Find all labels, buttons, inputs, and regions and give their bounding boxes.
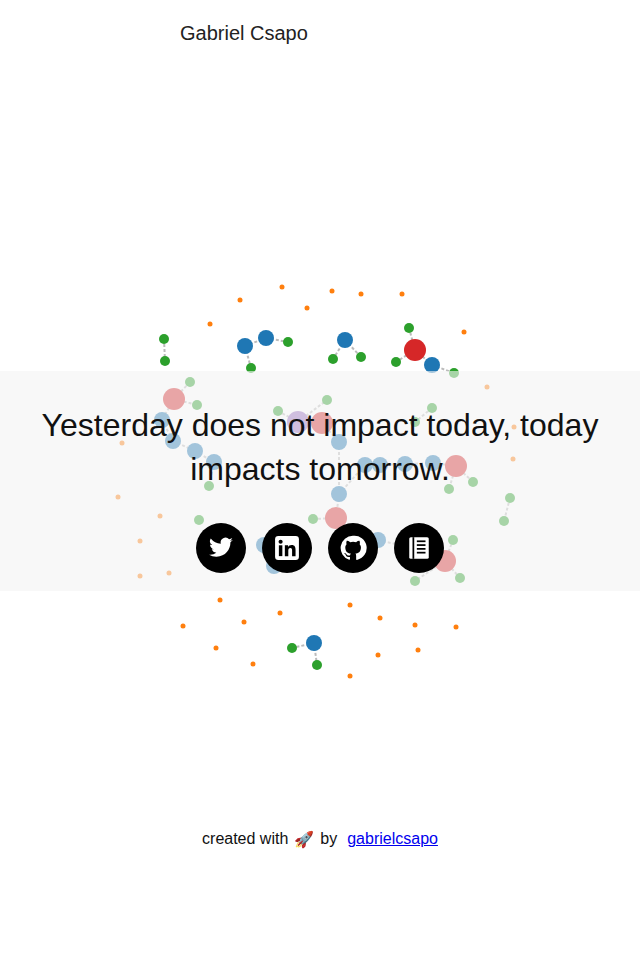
graph-node[interactable] [287,643,297,653]
graph-node[interactable] [305,306,310,311]
graph-node[interactable] [242,620,247,625]
graph-node[interactable] [306,635,322,651]
graph-node[interactable] [391,357,401,367]
author-link[interactable]: gabrielcsapo [347,830,438,848]
book-icon [406,535,432,561]
graph-node[interactable] [348,674,353,679]
twitter-button[interactable] [196,523,246,573]
blog-button[interactable] [394,523,444,573]
graph-node[interactable] [251,662,256,667]
graph-node[interactable] [237,338,253,354]
social-links [196,523,444,573]
graph-node[interactable] [181,624,186,629]
graph-node[interactable] [330,289,335,294]
stage: Yesterday does not impact today, today i… [0,70,640,830]
graph-node[interactable] [258,330,274,346]
graph-node[interactable] [238,298,243,303]
rocket-icon: 🚀 [294,830,314,849]
graph-node[interactable] [454,625,459,630]
github-octocat-icon [339,534,367,562]
graph-node[interactable] [312,660,322,670]
graph-node[interactable] [378,616,383,621]
footer-by: by [320,830,337,848]
graph-node[interactable] [359,292,364,297]
graph-node[interactable] [400,292,405,297]
graph-node[interactable] [278,611,283,616]
twitter-bird-icon [208,535,234,561]
linkedin-icon [274,535,300,561]
linkedin-button[interactable] [262,523,312,573]
graph-node[interactable] [160,356,170,366]
graph-node[interactable] [218,598,223,603]
graph-node[interactable] [356,352,366,362]
graph-node[interactable] [159,334,169,344]
footer: created with 🚀 by gabrielcsapo [0,830,640,960]
graph-node[interactable] [413,623,418,628]
page: Gabriel Csapo Yesterday does not impact t… [0,0,640,960]
footer-prefix: created with [202,830,288,848]
site-name: Gabriel Csapo [180,22,308,44]
graph-node[interactable] [404,323,414,333]
graph-node[interactable] [337,332,353,348]
graph-node[interactable] [283,337,293,347]
quote: Yesterday does not impact today, today i… [16,403,624,491]
graph-node[interactable] [376,653,381,658]
graph-node[interactable] [348,603,353,608]
quote-band: Yesterday does not impact today, today i… [0,371,640,591]
github-button[interactable] [328,523,378,573]
graph-node[interactable] [416,648,421,653]
header: Gabriel Csapo [0,0,640,70]
graph-node[interactable] [328,354,338,364]
graph-node[interactable] [404,339,426,361]
graph-node[interactable] [280,285,285,290]
graph-node[interactable] [214,646,219,651]
graph-node[interactable] [462,330,467,335]
graph-node[interactable] [208,322,213,327]
